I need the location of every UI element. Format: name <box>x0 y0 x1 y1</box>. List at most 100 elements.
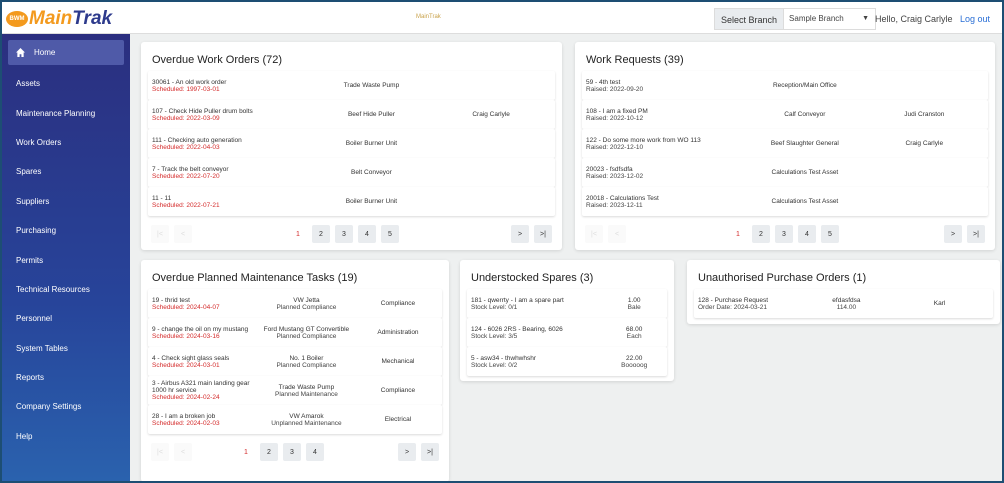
item-date: Scheduled: 2022-04-03 <box>152 143 220 151</box>
item-asset: VW Amarok <box>289 412 324 420</box>
last-page-button[interactable]: >| <box>534 225 552 243</box>
sidebar-item-work-orders[interactable]: Work Orders <box>2 128 130 157</box>
row-list: 30061 - An old work order Scheduled: 1997… <box>148 71 555 216</box>
branch-selector: Select Branch Sample Branch ▼ <box>714 8 877 30</box>
sidebar-item-home[interactable]: Home <box>8 40 124 65</box>
list-item[interactable]: 124 - 6026 2RS - Bearing, 6026 Stock Leve… <box>467 318 667 347</box>
item-subtext: Bale <box>627 303 641 311</box>
row-list: 59 - 4th test Raised: 2022-09-20 Reception… <box>582 71 988 216</box>
list-item[interactable]: 3 - Airbus A321 main landing gear 1000 h… <box>148 376 442 405</box>
page-1-button[interactable]: 1 <box>237 443 255 461</box>
page-5-button[interactable]: 5 <box>381 225 399 243</box>
item-asset: Calculations Test Asset <box>771 169 839 176</box>
pagination: |< <1 2 3 4 5 > >| <box>585 225 985 243</box>
item-date: Raised: 2022-09-20 <box>586 85 644 93</box>
page-4-button[interactable]: 4 <box>358 225 376 243</box>
page-3-button[interactable]: 3 <box>775 225 793 243</box>
list-item[interactable]: 108 - I am a fixed PM Raised: 2022-10-12 C… <box>582 100 988 129</box>
page-numbers: 1234 <box>237 443 329 461</box>
page-end-buttons: > >| <box>393 443 439 461</box>
sidebar-item-suppliers[interactable]: Suppliers <box>2 187 130 216</box>
branch-label: Select Branch <box>714 8 785 30</box>
item-title: 124 - 6026 2RS - Bearing, 6026 <box>471 325 563 333</box>
page-2-button[interactable]: 2 <box>260 443 278 461</box>
list-item[interactable]: 30061 - An old work order Scheduled: 1997… <box>148 71 555 100</box>
item-date: Raised: 2022-12-10 <box>586 143 644 151</box>
item-asset-cell: 68.00 Each <box>605 326 663 340</box>
logout-link[interactable]: Log out <box>960 14 990 24</box>
item-asset: Belt Conveyor <box>351 169 392 176</box>
sidebar-item-assets[interactable]: Assets <box>2 69 130 98</box>
item-subtext: Planned Compliance <box>276 361 337 369</box>
sidebar-item-help[interactable]: Help <box>2 422 130 451</box>
item-date: Raised: 2022-10-12 <box>586 114 644 122</box>
next-page-button[interactable]: > <box>398 443 416 461</box>
page-2-button[interactable]: 2 <box>752 225 770 243</box>
item-asset-cell: Calf Conveyor <box>745 111 864 118</box>
item-asset-cell: Boiler Burner Unit <box>312 198 432 205</box>
list-item[interactable]: 181 - qwerrty - I am a spare part Stock L… <box>467 289 667 318</box>
list-item[interactable]: 19 - thrid test Scheduled: 2024-04-07 VW J… <box>148 289 442 318</box>
logo-main: Main <box>29 8 73 29</box>
first-page-button: |< <box>151 443 169 461</box>
list-item[interactable]: 111 - Checking auto generation Scheduled:… <box>148 129 555 158</box>
sidebar-item-technical-resources[interactable]: Technical Resources <box>2 275 130 304</box>
page-4-button[interactable]: 4 <box>306 443 324 461</box>
sidebar: Home Assets Maintenance Planning Work Order… <box>2 34 130 481</box>
page-end-buttons: > >| <box>939 225 985 243</box>
item-subtext: Planned Maintenance <box>274 390 338 398</box>
page-4-button[interactable]: 4 <box>798 225 816 243</box>
item-title: 7 - Track the belt conveyor <box>152 165 229 173</box>
list-item[interactable]: 128 - Purchase Request Order Date: 2024-0… <box>694 289 993 318</box>
list-item[interactable]: 5 - asw34 - thwhwhshr Stock Level: 0/2 22.… <box>467 347 667 376</box>
sidebar-item-purchasing[interactable]: Purchasing <box>2 216 130 245</box>
item-asset: Reception/Main Office <box>772 82 837 89</box>
item-asset: VW Jetta <box>293 296 320 304</box>
overdue-work-orders-card: Overdue Work Orders (72) 30061 - An old w… <box>141 42 562 250</box>
next-page-button[interactable]: > <box>511 225 529 243</box>
list-item[interactable]: 11 - 11 Scheduled: 2022-07-21 Boiler Burne… <box>148 187 555 216</box>
pagination: |< <1 2 3 4 > >| <box>151 443 439 461</box>
next-page-button[interactable]: > <box>944 225 962 243</box>
item-asset: Calculations Test Asset <box>771 198 839 205</box>
item-assignee: Karl <box>933 300 946 307</box>
item-asset-cell: Belt Conveyor <box>312 169 432 176</box>
branch-select[interactable]: Sample Branch ▼ <box>784 8 877 30</box>
sidebar-item-maintenance-planning[interactable]: Maintenance Planning <box>2 98 130 127</box>
list-item[interactable]: 20018 - Calculations Test Raised: 2023-12… <box>582 187 988 216</box>
list-item[interactable]: 28 - I am a broken job Scheduled: 2024-02… <box>148 405 442 434</box>
page-numbers: 12345 <box>289 225 404 243</box>
sidebar-item-company-settings[interactable]: Company Settings <box>2 392 130 421</box>
item-date: Scheduled: 2022-07-20 <box>152 172 220 180</box>
last-page-button[interactable]: >| <box>421 443 439 461</box>
sidebar-item-reports[interactable]: Reports <box>2 363 130 392</box>
page-1-button[interactable]: 1 <box>289 225 307 243</box>
item-date: Scheduled: 2024-03-01 <box>152 361 220 369</box>
sidebar-item-spares[interactable]: Spares <box>2 157 130 186</box>
list-item[interactable]: 4 - Check sight glass seals Scheduled: 20… <box>148 347 442 376</box>
row-list: 181 - qwerrty - I am a spare part Stock L… <box>467 289 667 376</box>
page-1-button[interactable]: 1 <box>729 225 747 243</box>
page-5-button[interactable]: 5 <box>821 225 839 243</box>
overdue-pm-tasks-card: Overdue Planned Maintenance Tasks (19) 19… <box>141 260 449 481</box>
list-item[interactable]: 59 - 4th test Raised: 2022-09-20 Reception… <box>582 71 988 100</box>
list-item[interactable]: 122 - Do some more work from WO 113 Raise… <box>582 129 988 158</box>
sidebar-item-personnel[interactable]: Personnel <box>2 304 130 333</box>
item-asset-cell: 22.00 Booooog <box>605 355 663 369</box>
unauthorised-purchase-orders-card: Unauthorised Purchase Orders (1) 128 - Pu… <box>687 260 1000 324</box>
list-item[interactable]: 107 - Check Hide Puller drum bolts Schedu… <box>148 100 555 129</box>
page-2-button[interactable]: 2 <box>312 225 330 243</box>
sidebar-item-permits[interactable]: Permits <box>2 245 130 274</box>
page-3-button[interactable]: 3 <box>283 443 301 461</box>
caret-down-icon: ▼ <box>862 15 870 22</box>
home-icon <box>16 48 25 57</box>
center-logo: MainTrak <box>416 14 441 20</box>
list-item[interactable]: 7 - Track the belt conveyor Scheduled: 20… <box>148 158 555 187</box>
last-page-button[interactable]: >| <box>967 225 985 243</box>
maintrak-logo[interactable]: BWM MainTrak <box>6 8 112 30</box>
list-item[interactable]: 9 - change the oil on my mustang Schedule… <box>148 318 442 347</box>
sidebar-item-system-tables[interactable]: System Tables <box>2 334 130 363</box>
list-item[interactable]: 20023 - fsdfsdfa Raised: 2023-12-02 Calcul… <box>582 158 988 187</box>
page-3-button[interactable]: 3 <box>335 225 353 243</box>
card-title: Work Requests (39) <box>586 54 684 66</box>
